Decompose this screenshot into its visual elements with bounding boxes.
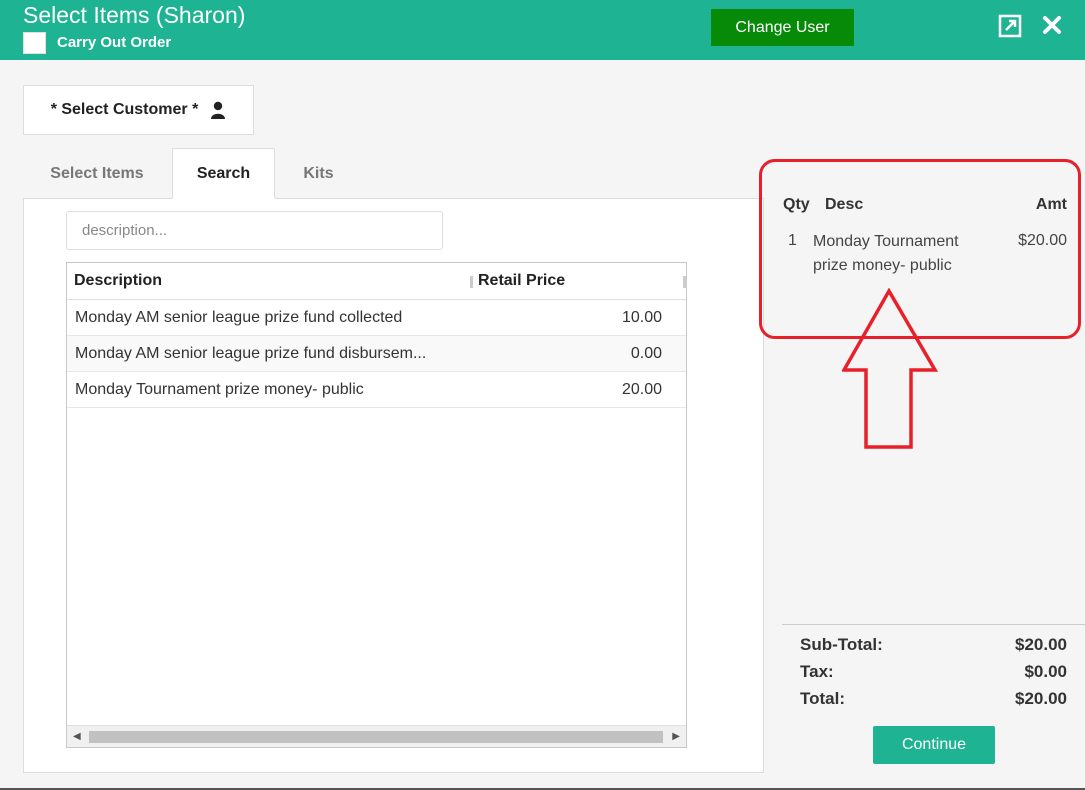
row-price: 20.00 (621, 381, 662, 398)
column-header-retail-price[interactable]: Retail Price (478, 272, 565, 290)
row-price: 10.00 (621, 309, 662, 326)
cart-item-amt[interactable]: $20.00 (1018, 232, 1067, 250)
column-resize-handle[interactable] (470, 276, 473, 288)
select-customer-button[interactable]: * Select Customer * (23, 85, 254, 135)
select-customer-label: * Select Customer * (50, 101, 199, 118)
row-description: Monday Tournament prize money- public (75, 381, 364, 398)
continue-button[interactable]: Continue (873, 726, 995, 764)
table-row[interactable]: Monday AM senior league prize fund colle… (67, 300, 686, 336)
tax-value: $0.00 (1024, 662, 1067, 681)
table-row[interactable]: Monday AM senior league prize fund disbu… (67, 336, 686, 372)
total-value: $20.00 (1015, 689, 1067, 708)
cart-header-qty: Qty (783, 196, 810, 213)
search-input[interactable] (66, 211, 443, 250)
row-price: 0.00 (630, 345, 662, 362)
total-label: Total: (800, 689, 846, 708)
tab-search[interactable]: Search (172, 148, 275, 199)
change-user-button[interactable]: Change User (711, 9, 854, 46)
row-description: Monday AM senior league prize fund disbu… (75, 345, 427, 362)
grid-header: Description Retail Price (67, 263, 686, 300)
scroll-left-icon[interactable]: ◀ (73, 731, 81, 742)
cart-item-desc[interactable]: Monday Tournament prize money- public (813, 230, 993, 278)
carry-out-checkbox[interactable] (23, 32, 46, 54)
scrollbar-thumb[interactable] (89, 731, 663, 743)
subtotal-value: $20.00 (1015, 635, 1067, 654)
column-header-description[interactable]: Description (74, 272, 162, 290)
cart-header-amt: Amt (1035, 196, 1067, 213)
items-grid: Description Retail Price Monday AM senio… (66, 262, 687, 748)
carry-out-label: Carry Out Order (57, 34, 172, 51)
window-title: Select Items (Sharon) (23, 2, 246, 28)
horizontal-scrollbar[interactable]: ◀ ▶ (67, 725, 686, 747)
subtotal-label: Sub-Total: (800, 635, 883, 654)
row-description: Monday AM senior league prize fund colle… (75, 309, 403, 326)
table-row[interactable]: Monday Tournament prize money- public 20… (67, 372, 686, 408)
close-icon[interactable] (1041, 14, 1063, 36)
tab-kits[interactable]: Kits (276, 148, 361, 199)
title-bar: Select Items (Sharon) Carry Out Order Ch… (0, 0, 1085, 60)
annotation-arrow-icon (842, 288, 938, 449)
scroll-right-icon[interactable]: ▶ (672, 731, 680, 742)
expand-icon[interactable] (998, 14, 1022, 38)
column-resize-handle[interactable] (683, 276, 686, 288)
person-icon (211, 101, 226, 119)
tab-select-items[interactable]: Select Items (23, 148, 171, 199)
tax-label: Tax: (800, 662, 834, 681)
cart-header-desc: Desc (825, 196, 864, 213)
totals-divider (782, 624, 1085, 625)
cart-item-qty[interactable]: 1 (788, 232, 797, 250)
